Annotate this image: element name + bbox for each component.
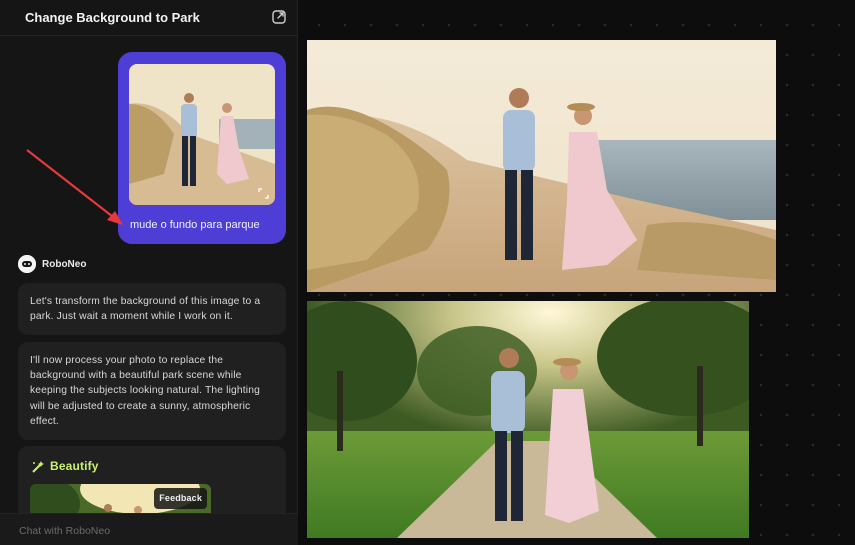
annotation-arrow xyxy=(25,148,130,228)
bot-message-text: I'll now process your photo to replace t… xyxy=(30,355,260,427)
chat-panel: Change Background to Park mude o fundo p… xyxy=(0,0,298,545)
chat-input-placeholder: Chat with RoboNeo xyxy=(19,525,111,537)
chat-input[interactable]: Chat with RoboNeo xyxy=(0,513,298,545)
bot-name: RoboNeo xyxy=(42,259,87,270)
user-message-text: mude o fundo para parque xyxy=(130,219,260,231)
bot-message-text: Let's transform the background of this i… xyxy=(30,296,261,323)
result-park-image[interactable] xyxy=(307,301,749,538)
beautify-label: Beautify xyxy=(50,459,99,473)
panel-header: Change Background to Park xyxy=(0,0,298,36)
magic-wand-icon xyxy=(31,460,45,474)
original-beach-image[interactable] xyxy=(307,40,776,292)
expand-icon[interactable] xyxy=(258,188,269,199)
page-title: Change Background to Park xyxy=(25,10,200,25)
bot-message: I'll now process your photo to replace t… xyxy=(18,342,286,440)
share-icon[interactable] xyxy=(271,9,287,25)
roboneo-avatar xyxy=(18,255,36,273)
uploaded-image-thumbnail[interactable] xyxy=(129,64,275,205)
feedback-button[interactable]: Feedback xyxy=(154,488,207,510)
bot-message: Let's transform the background of this i… xyxy=(18,283,286,335)
user-message-bubble: mude o fundo para parque xyxy=(118,52,286,244)
